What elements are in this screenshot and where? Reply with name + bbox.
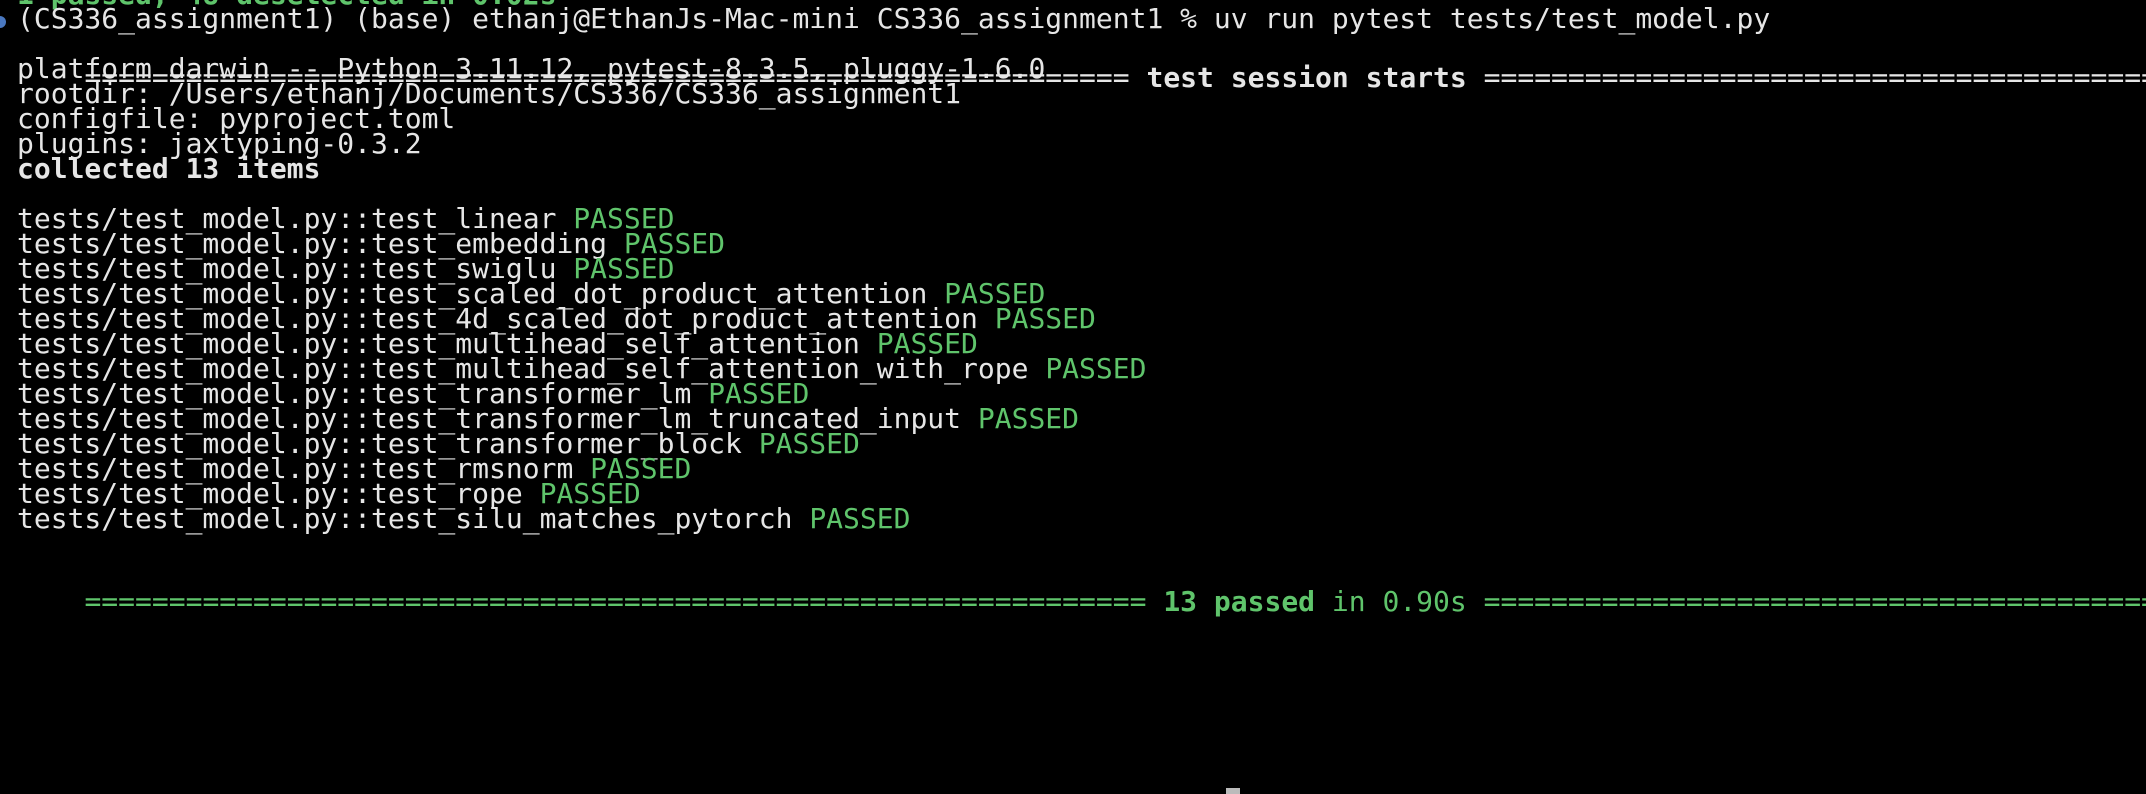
text-cursor [1226,788,1240,794]
test-status: PASSED [1045,352,1147,385]
summary-passed-count: 13 passed [1163,585,1316,618]
test-status: PASSED [809,502,911,535]
collected-info: collected 13 items [17,152,321,185]
summary-left-rule: ========================================… [84,585,1164,618]
test-name: tests/test_model.py::test_silu_matches_p… [17,502,793,535]
test-status: PASSED [994,302,1096,335]
terminal-window[interactable]: 1 passed, 48 deselected in 0.02s (CS336_… [0,0,2146,794]
session-header-label: test session starts [1146,61,1467,94]
session-header-right-rule: ========================================… [1483,61,2146,94]
test-status: PASSED [758,427,860,460]
prompt-marker-icon [0,16,6,28]
summary-line: ========================================… [17,551,2146,618]
summary-right-rule: ========================================… [1483,585,2146,618]
test-status: PASSED [977,402,1080,435]
test-result-line: tests/test_model.py::test_silu_matches_p… [17,502,910,536]
summary-duration: in 0.90s [1315,585,1484,618]
